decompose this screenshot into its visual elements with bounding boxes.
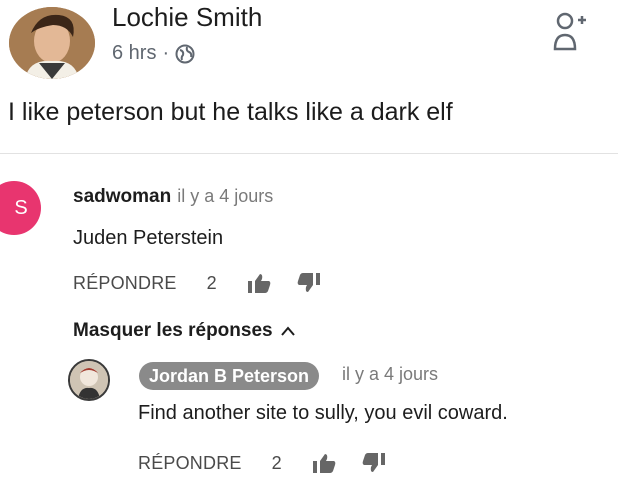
thumbs-up-icon[interactable] xyxy=(247,272,273,294)
meta-separator: · xyxy=(162,42,170,64)
reply-avatar[interactable] xyxy=(68,359,110,401)
like-count: 2 xyxy=(206,272,217,293)
comment-time[interactable]: il y a 4 jours xyxy=(177,186,273,206)
reply-text: Find another site to sully, you evil cow… xyxy=(138,402,508,424)
post-meta: 6 hrs · xyxy=(112,42,195,65)
facebook-post: Lochie Smith 6 hrs · I like peterson but… xyxy=(0,0,618,150)
post-text: I like peterson but he talks like a dark… xyxy=(8,98,453,126)
thumbs-down-icon[interactable] xyxy=(360,452,386,474)
poster-avatar[interactable] xyxy=(9,7,95,79)
divider xyxy=(0,153,618,154)
add-friend-icon[interactable] xyxy=(553,11,587,53)
chevron-up-icon xyxy=(280,326,295,336)
avatar-letter: S xyxy=(14,196,28,219)
reply-button[interactable]: RÉPONDRE xyxy=(73,273,177,294)
reply-actions: RÉPONDRE 2 xyxy=(138,452,386,474)
thumbs-up-icon[interactable] xyxy=(312,452,338,474)
channel-owner-badge[interactable]: Jordan B Peterson xyxy=(139,362,320,390)
comment-author-line: sadwoman il y a 4 jours xyxy=(73,186,273,208)
comment-actions: RÉPONDRE 2 xyxy=(73,272,321,294)
post-time[interactable]: 6 hrs xyxy=(112,42,156,65)
globe-icon xyxy=(175,44,195,63)
reply-button[interactable]: RÉPONDRE xyxy=(138,453,242,474)
comment-text: Juden Peterstein xyxy=(73,227,224,249)
thumbs-down-icon[interactable] xyxy=(295,272,321,294)
hide-replies-label: Masquer les réponses xyxy=(73,320,273,341)
reply-author: Jordan B Peterson xyxy=(149,365,310,386)
commenter-avatar[interactable]: S xyxy=(0,181,41,235)
poster-name[interactable]: Lochie Smith xyxy=(112,2,262,33)
like-count: 2 xyxy=(271,452,282,473)
comment-author[interactable]: sadwoman xyxy=(73,186,171,207)
reply-time[interactable]: il y a 4 jours xyxy=(342,364,438,385)
hide-replies-toggle[interactable]: Masquer les réponses xyxy=(73,320,295,342)
